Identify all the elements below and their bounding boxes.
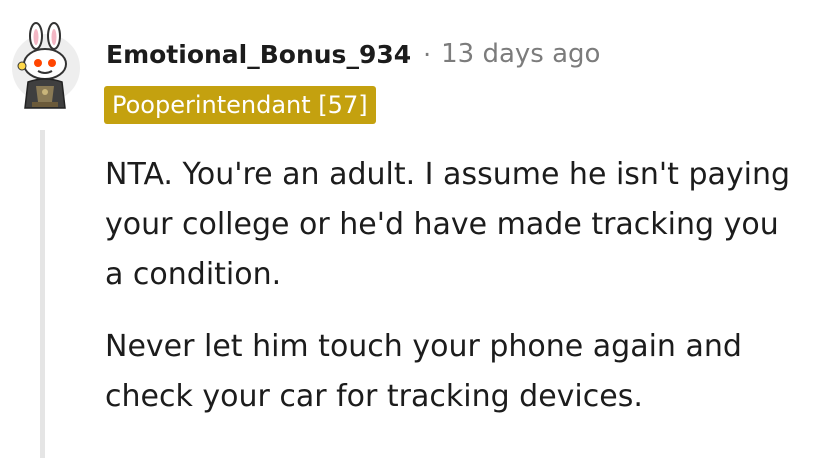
username-link[interactable]: Emotional_Bonus_934 [106,40,411,69]
snoo-bunny-avatar-icon [12,22,80,109]
comment: Emotional_Bonus_934 · 13 days ago Pooper… [0,0,820,458]
comment-paragraph: NTA. You're an adult. I assume he isn't … [105,157,791,292]
meta-separator: · [423,39,432,69]
avatar[interactable] [10,22,82,114]
timestamp-link[interactable]: 13 days ago [441,39,600,69]
comment-meta: Emotional_Bonus_934 · 13 days ago [106,34,600,74]
thread-line[interactable] [40,130,45,458]
comment-paragraph: Never let him touch your phone again and… [105,329,742,414]
comment-body: NTA. You're an adult. I assume he isn't … [105,150,805,444]
user-flair: Pooperintendant [57] [104,86,376,124]
